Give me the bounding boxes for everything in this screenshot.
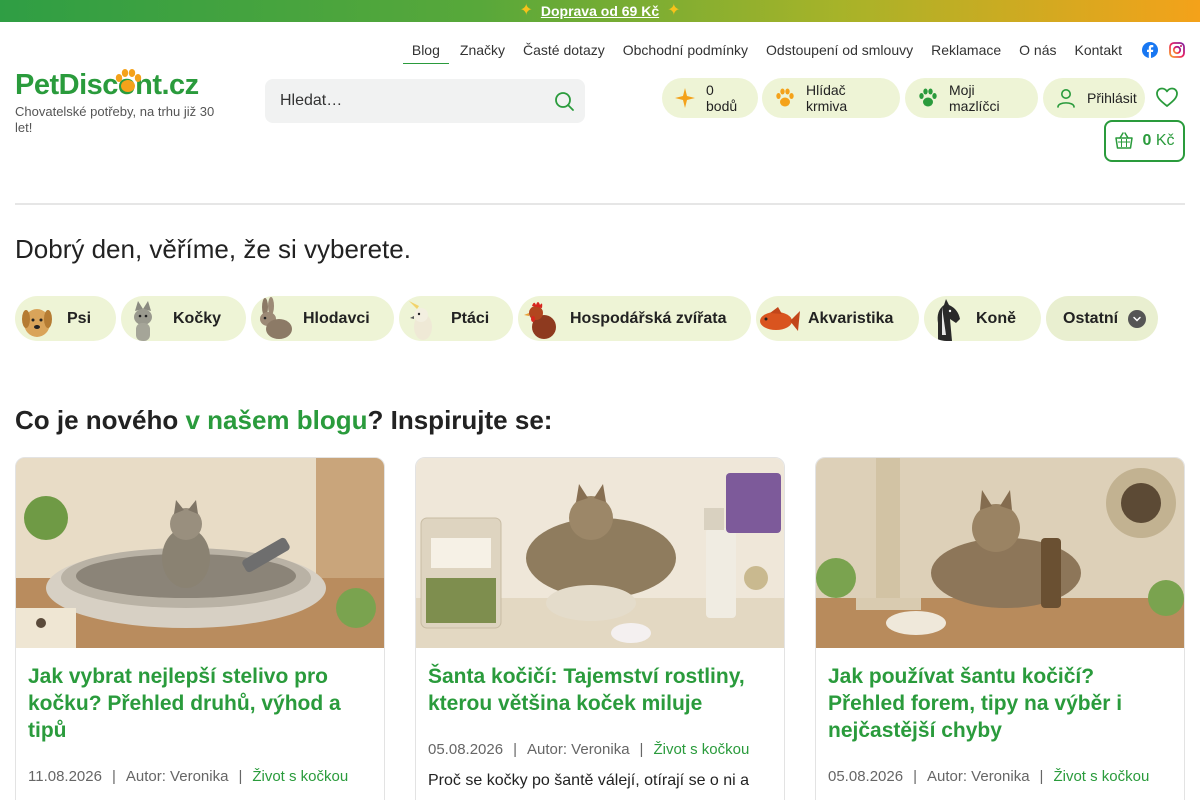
cart-amount: 0 Kč xyxy=(1142,132,1174,150)
promo-bar: ✦ Doprava od 69 Kč ✦ xyxy=(0,0,1200,22)
category-label: Hlodavci xyxy=(303,309,370,327)
cart-value: 0 xyxy=(1142,132,1152,149)
category-bar: Psi Kočky Hlodavci Ptáci Hospodářská zví… xyxy=(15,296,1158,341)
post-author: Autor: Veronika xyxy=(125,768,229,785)
paw-logo-icon xyxy=(115,69,142,92)
nav-brands[interactable]: Značky xyxy=(451,36,514,64)
top-navigation: Blog Značky Časté dotazy Obchodní podmín… xyxy=(401,36,1185,64)
category-cats[interactable]: Kočky xyxy=(121,296,246,341)
blog-link[interactable]: v našem blogu xyxy=(185,405,367,435)
meta-separator: | xyxy=(913,768,917,785)
category-birds[interactable]: Ptáci xyxy=(399,296,513,341)
category-dogs[interactable]: Psi xyxy=(15,296,116,341)
blog-card-meta: 11.08.2026 | Autor: Veronika | Život s kočko… xyxy=(16,744,384,785)
post-date: 11.08.2026 xyxy=(28,768,102,785)
rooster-icon xyxy=(524,301,556,339)
category-label: Psi xyxy=(67,309,92,327)
sparkle-icon: ✦ xyxy=(519,2,533,19)
instagram-icon[interactable] xyxy=(1169,42,1185,58)
category-label: Hospodářská zvířata xyxy=(570,309,727,327)
post-date: 05.08.2026 xyxy=(428,741,504,758)
category-label: Koně xyxy=(976,309,1016,327)
sparkle-icon: ✦ xyxy=(667,2,681,19)
nav-terms[interactable]: Obchodní podmínky xyxy=(614,36,757,64)
dog-icon xyxy=(22,308,52,337)
nav-contact[interactable]: Kontakt xyxy=(1066,36,1131,64)
post-date: 05.08.2026 xyxy=(828,768,904,785)
cart-button[interactable]: 0 Kč xyxy=(1104,120,1185,162)
blog-card-meta: 05.08.2026 | Autor: Veronika | Život s kočko… xyxy=(816,744,1184,785)
blog-card[interactable]: Jak vybrat nejlepší stelivo pro kočku? P… xyxy=(15,457,385,800)
cat-icon xyxy=(134,300,152,341)
category-label: Ptáci xyxy=(451,309,490,327)
nav-faq[interactable]: Časté dotazy xyxy=(514,36,614,64)
search-input[interactable] xyxy=(265,92,535,110)
nav-about[interactable]: O nás xyxy=(1010,36,1065,64)
meta-separator: | xyxy=(513,741,517,758)
meta-separator: | xyxy=(1039,768,1044,785)
rabbit-icon xyxy=(260,296,292,339)
blog-heading: Co je nového v našem blogu? Inspirujte s… xyxy=(15,405,552,436)
post-author: Autor: Veronika xyxy=(526,741,630,758)
header-divider xyxy=(15,203,1185,205)
blog-thumbnail-catnip-usage[interactable] xyxy=(816,458,1185,648)
meta-separator: | xyxy=(238,768,243,785)
blog-heading-pre: Co je nového xyxy=(15,405,186,435)
blog-card[interactable]: Šanta kočičí: Tajemství rostliny, kterou… xyxy=(415,457,785,800)
site-logo[interactable]: PetDiscont.cz Chovatelské potřeby, na tr… xyxy=(15,69,225,136)
login-label: Přihlásit xyxy=(1087,90,1137,106)
points-button[interactable]: 0 bodů xyxy=(662,78,758,118)
my-pets-label: Moji mazlíčci xyxy=(949,82,1000,114)
blog-card-meta: 05.08.2026 | Autor: Veronika | Život s kočko… xyxy=(416,717,784,758)
category-horses[interactable]: Koně xyxy=(924,296,1041,341)
feed-watch-button[interactable]: Hlídač krmiva xyxy=(762,78,900,118)
blog-heading-post: ? Inspirujte se: xyxy=(367,405,553,435)
meta-separator: | xyxy=(639,741,644,758)
paw-icon xyxy=(919,88,937,107)
logo-tagline: Chovatelské potřeby, na trhu již 30 let! xyxy=(15,104,215,135)
category-label: Kočky xyxy=(173,309,222,327)
feed-watch-label: Hlídač krmiva xyxy=(806,82,848,114)
nav-complaints[interactable]: Reklamace xyxy=(922,36,1010,64)
nav-withdrawal[interactable]: Odstoupení od smlouvy xyxy=(757,36,922,64)
blog-card-title[interactable]: Šanta kočičí: Tajemství rostliny, kterou… xyxy=(416,653,784,717)
category-farm-animals[interactable]: Hospodářská zvířata xyxy=(518,296,751,341)
bird-icon xyxy=(409,300,432,340)
blog-thumbnail-catnip[interactable] xyxy=(416,458,785,648)
meta-separator: | xyxy=(111,768,116,785)
blog-card-title[interactable]: Jak vybrat nejlepší stelivo pro kočku? P… xyxy=(16,653,384,744)
blog-card-excerpt: Proč se kočky po šantě válejí, otírají s… xyxy=(428,772,750,789)
points-label: 0 bodů xyxy=(706,82,738,114)
promo-link[interactable]: Doprava od 69 Kč xyxy=(541,3,659,19)
blog-card-title[interactable]: Jak používat šantu kočičí? Přehled forem… xyxy=(816,653,1184,744)
cart-currency: Kč xyxy=(1155,132,1175,149)
post-category-link[interactable]: Život s kočkou xyxy=(1053,768,1149,785)
basket-icon xyxy=(1115,132,1134,149)
blog-thumbnail-litter-box[interactable] xyxy=(16,458,385,648)
user-icon xyxy=(1057,89,1075,108)
category-rodents[interactable]: Hlodavci xyxy=(251,296,394,341)
search-box xyxy=(265,79,585,123)
category-more[interactable]: Ostatní xyxy=(1046,296,1158,341)
post-category-link[interactable]: Život s kočkou xyxy=(653,741,749,758)
nav-blog[interactable]: Blog xyxy=(402,36,449,64)
category-label: Ostatní xyxy=(1063,309,1119,327)
search-icon[interactable] xyxy=(553,90,575,112)
heart-icon[interactable] xyxy=(1155,85,1179,109)
facebook-icon[interactable] xyxy=(1142,42,1158,58)
post-category-link[interactable]: Život s kočkou xyxy=(252,768,348,785)
chevron-down-icon xyxy=(1128,309,1146,328)
post-author: Autor: Veronika xyxy=(926,768,1030,785)
sparkle-icon xyxy=(675,88,695,108)
fish-icon xyxy=(760,306,800,331)
my-pets-button[interactable]: Moji mazlíčci xyxy=(905,78,1038,118)
greeting-heading: Dobrý den, věříme, že si vyberete. xyxy=(15,234,411,264)
category-aquaristics[interactable]: Akvaristika xyxy=(756,296,919,341)
blog-card[interactable]: Jak používat šantu kočičí? Přehled forem… xyxy=(815,457,1185,800)
category-label: Akvaristika xyxy=(808,309,894,327)
login-button[interactable]: Přihlásit xyxy=(1043,78,1145,118)
paw-icon xyxy=(776,88,794,107)
horse-icon xyxy=(937,298,960,341)
